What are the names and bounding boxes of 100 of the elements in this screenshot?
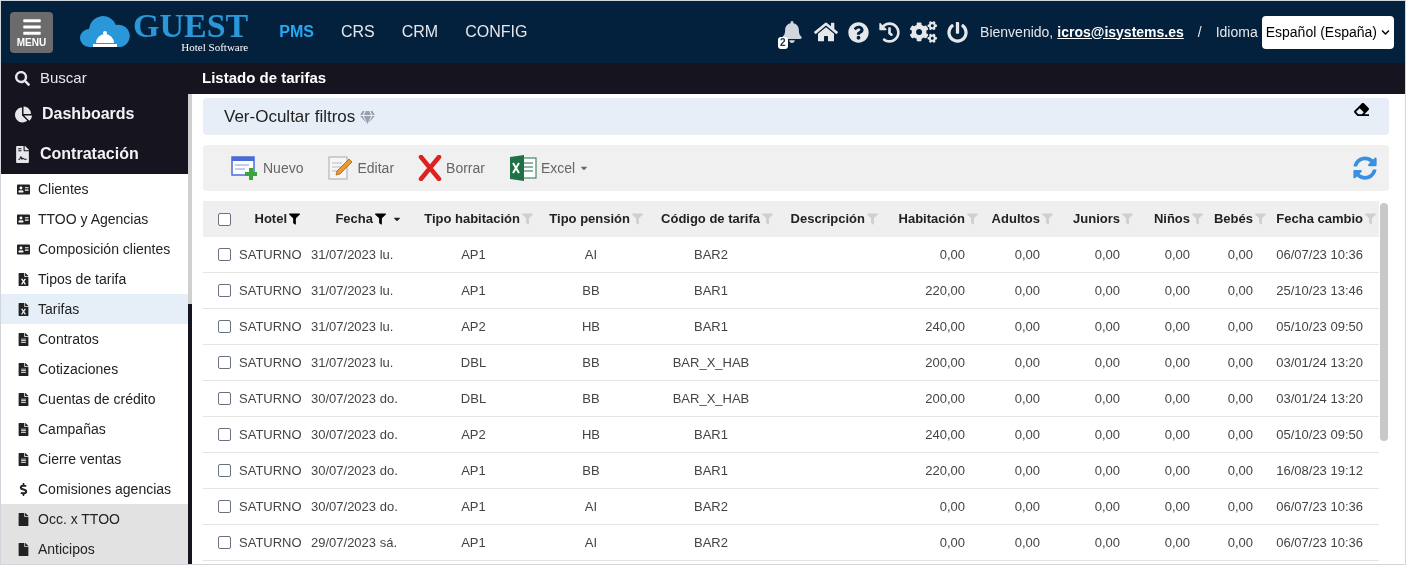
table-cell-text: DBL	[460, 353, 487, 372]
pie-chart-icon	[15, 105, 32, 123]
table-cell-text: 30/07/2023 do.	[311, 497, 398, 516]
row-checkbox[interactable]	[218, 464, 231, 477]
table-cell-text: 0,00	[1014, 281, 1040, 300]
home-icon[interactable]	[814, 21, 839, 43]
document-icon	[17, 362, 30, 376]
filter-icon[interactable]	[289, 213, 300, 225]
table-cell-text: SATURNO	[239, 353, 302, 372]
table-row[interactable]: SATURNO 30/07/2023 do. DBL BB BAR_X_HAB 200,00 0,00 0,00 0,00 0,00 03/01/24 13:20	[203, 381, 1379, 417]
power-icon[interactable]	[947, 21, 969, 43]
help-icon[interactable]	[848, 21, 870, 43]
table-cell-text: SATURNO	[239, 281, 302, 300]
sidebar-item[interactable]: Tarifas	[1, 294, 188, 324]
row-checkbox[interactable]	[218, 428, 231, 441]
table-cell-text: 31/07/2023 lu.	[311, 281, 394, 300]
table-cell-text: 0,00	[1227, 353, 1253, 372]
table-cell-text: 03/01/24 13:20	[1276, 353, 1363, 372]
column-header[interactable]: Adultos	[981, 209, 1056, 229]
logo-title: GUEST	[133, 11, 249, 41]
menu-button[interactable]: MENU	[10, 11, 53, 53]
table-cell-text: BB	[582, 461, 600, 480]
dollar-icon	[17, 482, 30, 496]
chevron-down-icon	[1381, 27, 1390, 37]
toolbar-button[interactable]: Excel	[508, 155, 590, 181]
toolbar-button[interactable]: Nuevo	[231, 155, 304, 181]
table-cell-text: BAR_X_HAB	[672, 353, 750, 372]
row-checkbox[interactable]	[218, 320, 231, 333]
toolbar-button[interactable]: Borrar	[418, 155, 485, 181]
table-row[interactable]: SATURNO 30/07/2023 do. AP1 AI BAR2 0,00 0,00 0,00 0,00 0,00 06/07/23 10:36	[203, 489, 1379, 525]
sidebar-item[interactable]: Occ. x TTOO	[1, 504, 188, 534]
table-cell-text: BAR2	[694, 497, 728, 516]
table-cell-text: BAR_X_HAB	[672, 389, 750, 408]
document-icon	[17, 452, 30, 466]
table-cell-text: AP1	[461, 245, 486, 264]
history-icon[interactable]	[879, 21, 901, 43]
table-row[interactable]: SATURNO 29/07/2023 sá. AP1 AI BAR2 0,00 0,00 0,00 0,00 0,00 06/07/23 10:36	[203, 525, 1379, 561]
table-cell-text: 0,00	[1014, 353, 1040, 372]
column-header[interactable]: Código de tarifa	[646, 209, 776, 229]
nav-tab[interactable]: CONFIG	[465, 20, 528, 44]
table-cell-text: 0,00	[1164, 533, 1190, 552]
document-icon	[17, 392, 30, 406]
table-cell-text: 0,00	[1164, 353, 1190, 372]
table-row[interactable]: SATURNO 31/07/2023 lu. AP2 HB BAR1 240,00 0,00 0,00 0,00 0,00 05/10/23 09:50	[203, 309, 1379, 345]
eraser-icon[interactable]	[1354, 102, 1369, 117]
toolbar-button[interactable]: Editar	[327, 155, 395, 181]
column-header[interactable]: Niños	[1136, 209, 1206, 229]
column-header[interactable]: Bebés	[1206, 209, 1269, 229]
table-row[interactable]: SATURNO 31/07/2023 lu. AP1 AI BAR2 0,00 0,00 0,00 0,00 0,00 06/07/23 10:36	[203, 237, 1379, 273]
table-cell-text: SATURNO	[239, 533, 302, 552]
row-checkbox[interactable]	[218, 500, 231, 513]
column-header[interactable]: Hotel	[231, 209, 303, 229]
table-cell-text: 06/07/23 10:36	[1276, 497, 1363, 516]
spreadsheet-file-icon	[17, 302, 30, 316]
row-checkbox[interactable]	[218, 356, 231, 369]
settings-icon[interactable]	[910, 21, 938, 43]
nav-tab[interactable]: CRS	[340, 20, 375, 44]
nav-tab[interactable]: CRM	[401, 20, 439, 44]
nav-tab[interactable]: PMS	[279, 20, 314, 44]
column-header[interactable]: Fecha cambio	[1269, 209, 1379, 229]
table-row[interactable]: SATURNO 30/07/2023 do. AP1 BB BAR1 220,00 0,00 0,00 0,00 0,00 16/08/23 19:12	[203, 453, 1379, 489]
sidebar-scrollbar[interactable]	[188, 94, 192, 564]
table-row[interactable]: SATURNO 31/07/2023 lu. DBL BB BAR_X_HAB 200,00 0,00 0,00 0,00 0,00 03/01/24 13:20	[203, 345, 1379, 381]
table-cell-text: 0,00	[1014, 497, 1040, 516]
table-cell-text: 0,00	[1094, 389, 1120, 408]
search-button[interactable]: Buscar	[1, 67, 188, 90]
column-header[interactable]: Tipo habitación	[411, 209, 536, 229]
language-select[interactable]: Español (España)	[1261, 15, 1394, 49]
table-cell-text: 30/07/2023 do.	[311, 389, 398, 408]
select-all-checkbox[interactable]	[218, 212, 231, 226]
edit-document-icon	[327, 155, 354, 181]
refresh-icon[interactable]	[1353, 156, 1377, 180]
column-header[interactable]: Fecha	[303, 209, 411, 229]
table-cell-text: 0,00	[939, 245, 965, 264]
gem-icon	[360, 111, 376, 124]
column-header[interactable]: Juniors	[1056, 209, 1136, 229]
table-cell-text: 240,00	[925, 317, 965, 336]
user-link[interactable]: icros@isystems.es	[1057, 21, 1184, 43]
row-checkbox[interactable]	[218, 536, 231, 549]
filter-icon[interactable]	[375, 213, 386, 225]
logo-subtitle: Hotel Software	[181, 41, 249, 53]
sidebar-section[interactable]: Dashboards	[1, 94, 188, 134]
table-cell-text: 0,00	[939, 533, 965, 552]
table-cell-text: 0,00	[1164, 461, 1190, 480]
table-cell-text: 05/10/23 09:50	[1276, 425, 1363, 444]
table-row[interactable]: SATURNO 30/07/2023 do. AP2 HB BAR1 240,00 0,00 0,00 0,00 0,00 05/10/23 09:50	[203, 417, 1379, 453]
column-header[interactable]: Tipo pensión	[536, 209, 646, 229]
table-row[interactable]: SATURNO 31/07/2023 lu. AP1 BB BAR1 220,00 0,00 0,00 0,00 0,00 25/10/23 13:46	[203, 273, 1379, 309]
table-cell-text: AP1	[461, 497, 486, 516]
sidebar-section[interactable]: Contratación	[1, 134, 188, 174]
table-cell-text: 200,00	[925, 353, 965, 372]
notification-badge: 2	[778, 37, 788, 49]
table-cell-text: BAR2	[694, 533, 728, 552]
column-header[interactable]: Habitación	[881, 209, 981, 229]
filter-bar[interactable]: Ver-Ocultar filtros	[203, 98, 1389, 135]
sidebar-item[interactable]: Anticipos	[1, 534, 188, 564]
row-checkbox[interactable]	[218, 392, 231, 405]
row-checkbox[interactable]	[218, 284, 231, 297]
row-checkbox[interactable]	[218, 248, 231, 261]
column-header[interactable]: Descripción	[776, 209, 881, 229]
